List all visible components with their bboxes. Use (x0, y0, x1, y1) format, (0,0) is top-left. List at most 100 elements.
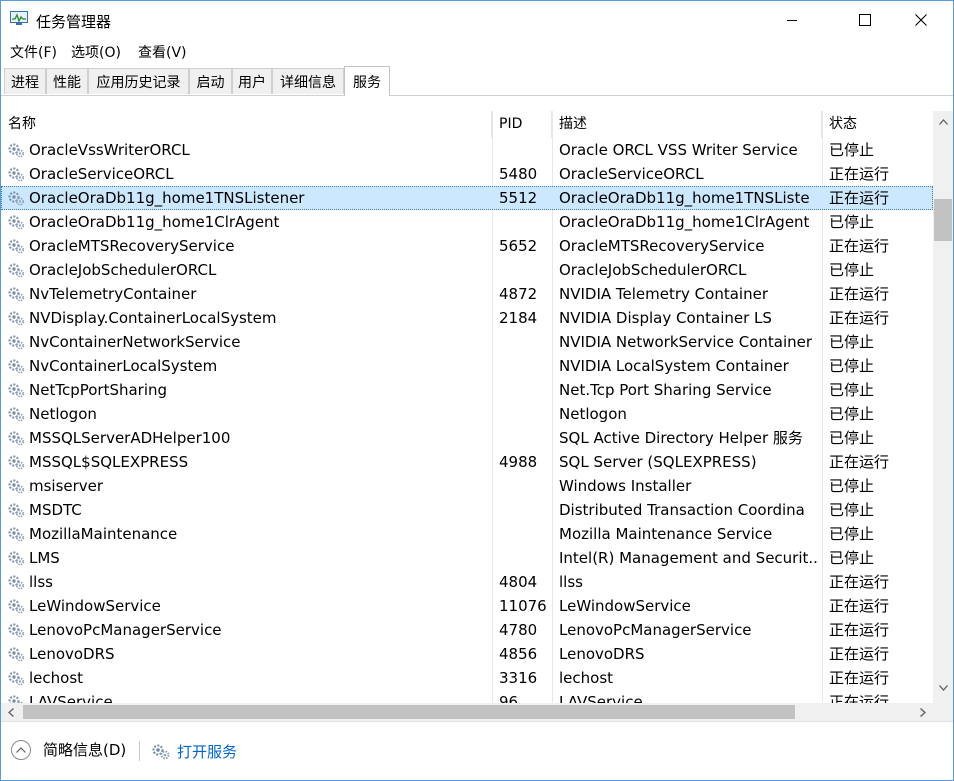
service-row[interactable]: OracleMTSRecoveryService 5652 OracleMTSRec… (1, 234, 933, 258)
service-row[interactable]: llss 4804 llss 正在运行 (1, 570, 933, 594)
window-title: 任务管理器 (36, 13, 112, 31)
service-row[interactable]: OracleVssWriterORCL Oracle ORCL VSS Write… (1, 138, 933, 162)
services-gear-icon (152, 744, 170, 759)
menu-bar: 文件(F) 选项(O) 查看(V) (1, 39, 953, 65)
vertical-scrollbar[interactable] (933, 111, 953, 703)
service-pid: 4872 (499, 285, 538, 303)
service-row[interactable]: NvContainerLocalSystem NVIDIA LocalSystem… (1, 354, 933, 378)
service-row[interactable]: OracleOraDb11g_home1ClrAgent OracleOraDb1… (1, 210, 933, 234)
tab-services[interactable]: 服务 (344, 66, 390, 96)
scroll-down-arrow-icon[interactable] (933, 679, 953, 697)
minimize-icon (787, 20, 797, 21)
service-status: 正在运行 (829, 597, 890, 615)
service-name: OracleVssWriterORCL (29, 141, 190, 159)
horizontal-scroll-thumb[interactable] (23, 705, 795, 719)
service-gear-icon (8, 407, 25, 422)
service-description: Mozilla Maintenance Service (559, 525, 773, 543)
service-name: OracleServiceORCL (29, 165, 174, 183)
service-pid: 4780 (499, 621, 538, 639)
service-name: OracleOraDb11g_home1ClrAgent (29, 213, 280, 231)
service-gear-icon (8, 599, 25, 614)
tab-performance[interactable]: 性能 (46, 68, 88, 94)
service-status: 正在运行 (829, 309, 890, 327)
tab-startup[interactable]: 启动 (189, 68, 232, 94)
service-row[interactable]: OracleOraDb11g_home1TNSListener 5512 Oracl… (1, 186, 933, 210)
service-gear-icon (8, 191, 25, 206)
service-name: msiserver (29, 477, 104, 495)
service-gear-icon (8, 647, 25, 662)
scroll-right-arrow-icon[interactable] (913, 703, 933, 721)
service-status: 正在运行 (829, 693, 890, 703)
tab-processes[interactable]: 进程 (4, 68, 46, 94)
fewer-details-button[interactable]: 简略信息(D) (11, 739, 126, 760)
column-header-description[interactable]: 描述 (552, 111, 822, 138)
service-row[interactable]: NetTcpPortSharing Net.Tcp Port Sharing Se… (1, 378, 933, 402)
service-row[interactable]: LenovoDRS 4856 LenovoDRS 正在运行 (1, 642, 933, 666)
scroll-up-arrow-icon[interactable] (933, 113, 953, 131)
service-row[interactable]: LAVService 96 LAVService 正在运行 (1, 690, 933, 703)
service-row[interactable]: LenovoPcManagerService 4780 LenovoPcManage… (1, 618, 933, 642)
service-row[interactable]: Netlogon Netlogon 已停止 (1, 402, 933, 426)
service-pid: 96 (499, 693, 519, 703)
service-row[interactable]: LeWindowService 11076 LeWindowService 正在运行 (1, 594, 933, 618)
service-pid (499, 474, 549, 498)
menu-file[interactable]: 文件(F) (9, 42, 58, 62)
tab-app-history[interactable]: 应用历史记录 (88, 68, 189, 94)
close-button[interactable] (898, 1, 944, 39)
service-pid (499, 498, 549, 522)
service-status: 正在运行 (829, 669, 890, 687)
scroll-left-arrow-icon[interactable] (1, 703, 21, 721)
service-status: 已停止 (829, 549, 875, 567)
service-name: LMS (29, 549, 60, 567)
service-row[interactable]: MSDTC Distributed Transaction Coordina 已停止 (1, 498, 933, 522)
service-status: 正在运行 (829, 621, 890, 639)
service-status: 已停止 (829, 261, 875, 279)
service-row[interactable]: MSSQL$SQLEXPRESS 4988 SQL Server (SQLEXPRE… (1, 450, 933, 474)
menu-view[interactable]: 查看(V) (137, 42, 188, 62)
service-row[interactable]: NVDisplay.ContainerLocalSystem 2184 NVIDIA… (1, 306, 933, 330)
minimize-button[interactable] (769, 1, 815, 39)
service-status: 已停止 (829, 357, 875, 375)
service-gear-icon (8, 335, 25, 350)
service-row[interactable]: MSSQLServerADHelper100 SQL Active Directo… (1, 426, 933, 450)
service-description: SQL Server (SQLEXPRESS) (559, 453, 757, 471)
service-name: NetTcpPortSharing (29, 381, 168, 399)
service-row[interactable]: MozillaMaintenance Mozilla Maintenance Se… (1, 522, 933, 546)
service-description: OracleOraDb11g_home1ClrAgent (559, 213, 810, 231)
service-description: OracleServiceORCL (559, 165, 704, 183)
title-bar[interactable]: 任务管理器 (1, 1, 953, 39)
open-services-link[interactable]: 打开服务 (151, 741, 237, 762)
service-gear-icon (8, 143, 25, 158)
column-header-name[interactable]: 名称 (1, 111, 492, 138)
fewer-details-label: 简略信息(D) (43, 741, 127, 759)
service-description: Netlogon (559, 405, 627, 423)
service-name: LenovoPcManagerService (29, 621, 222, 639)
service-row[interactable]: LMS Intel(R) Management and Securit... 已停止 (1, 546, 933, 570)
service-status: 已停止 (829, 381, 875, 399)
tab-details[interactable]: 详细信息 (272, 68, 344, 94)
tab-users[interactable]: 用户 (232, 68, 272, 94)
service-name: NvContainerLocalSystem (29, 357, 218, 375)
service-description: Distributed Transaction Coordina (559, 501, 805, 519)
service-name: MSSQLServerADHelper100 (29, 429, 231, 447)
vertical-scroll-thumb[interactable] (934, 199, 952, 241)
column-header-pid[interactable]: PID (492, 111, 552, 138)
service-row[interactable]: NvTelemetryContainer 4872 NVIDIA Telemetry… (1, 282, 933, 306)
service-name: OracleMTSRecoveryService (29, 237, 235, 255)
service-row[interactable]: lechost 3316 lechost 正在运行 (1, 666, 933, 690)
column-header-status[interactable]: 状态 (822, 111, 933, 138)
service-gear-icon (8, 671, 25, 686)
service-row[interactable]: msiserver Windows Installer 已停止 (1, 474, 933, 498)
service-row[interactable]: NvContainerNetworkService NVIDIA NetworkS… (1, 330, 933, 354)
service-description: Oracle ORCL VSS Writer Service (559, 141, 798, 159)
service-status: 已停止 (829, 525, 875, 543)
service-row[interactable]: OracleJobSchedulerORCL OracleJobScheduler… (1, 258, 933, 282)
service-row[interactable]: OracleServiceORCL 5480 OracleServiceORCL 正在… (1, 162, 933, 186)
footer-divider (139, 741, 140, 761)
maximize-button[interactable] (842, 1, 888, 39)
service-description: SQL Active Directory Helper 服务 (559, 429, 803, 447)
horizontal-scrollbar[interactable] (1, 703, 933, 721)
menu-options[interactable]: 选项(O) (70, 42, 122, 62)
service-pid: 2184 (499, 309, 538, 327)
service-status: 已停止 (829, 141, 875, 159)
